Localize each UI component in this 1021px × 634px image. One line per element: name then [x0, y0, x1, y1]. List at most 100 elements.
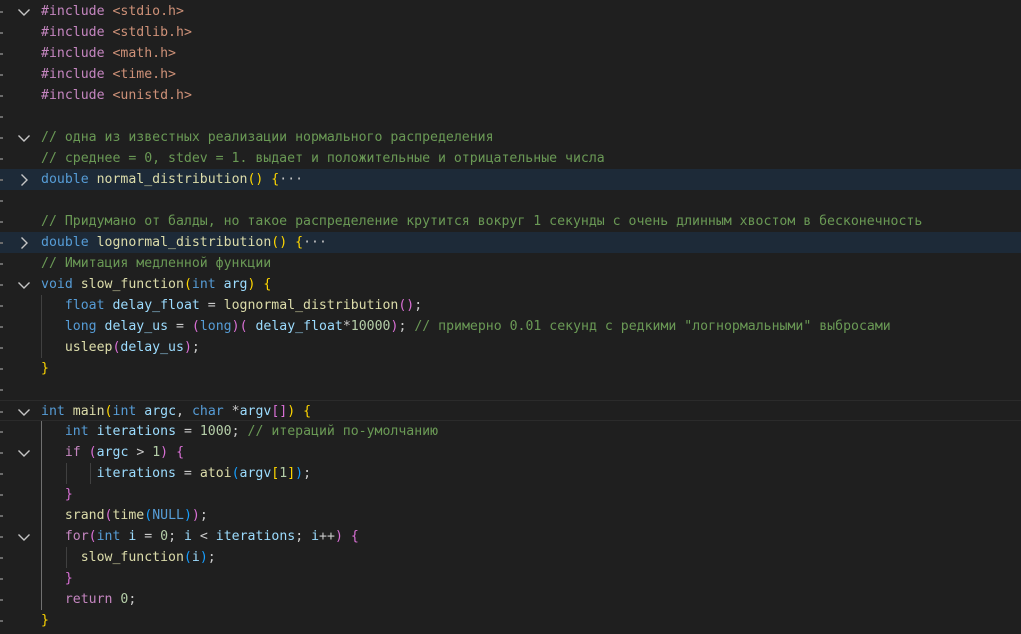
code-line[interactable] — [0, 190, 1021, 211]
gutter-marker — [0, 284, 3, 286]
code-line[interactable]: long delay_us = (long)( delay_float*1000… — [0, 316, 1021, 337]
identifier: argv — [239, 466, 272, 481]
gutter-marker — [0, 158, 3, 160]
fold-chevron-down-icon[interactable] — [15, 274, 33, 295]
include-path: <stdio.h> — [112, 4, 184, 19]
bracket: ] — [287, 466, 296, 481]
code-line[interactable]: for(int i = 0; i < iterations; i++) { — [0, 526, 1021, 547]
bracket: ( — [239, 319, 248, 334]
punctuation — [73, 277, 81, 292]
number-literal: 0 — [160, 529, 169, 544]
code-line[interactable]: } — [0, 484, 1021, 505]
punctuation: ; — [414, 298, 423, 313]
code-line[interactable] — [0, 379, 1021, 400]
gutter-marker — [0, 347, 3, 349]
code-line[interactable]: // одна из известных реализации нормальн… — [0, 127, 1021, 148]
bracket: () — [247, 172, 264, 187]
indent-guide — [66, 463, 67, 484]
punctuation — [216, 277, 224, 292]
code-line[interactable]: srand(time(NULL)); — [0, 505, 1021, 526]
line-content: #include <stdlib.h> — [41, 22, 192, 43]
punctuation — [41, 340, 65, 355]
number-literal: 1 — [152, 445, 161, 460]
fold-chevron-down-icon[interactable] — [15, 442, 33, 463]
code-line[interactable]: double lognormal_distribution() {··· — [0, 232, 1021, 253]
identifier: iterations — [215, 529, 296, 544]
gutter-marker — [0, 557, 3, 559]
code-line[interactable]: double normal_distribution() {··· — [0, 169, 1021, 190]
keyword: double — [41, 172, 89, 187]
code-line[interactable]: #include <stdio.h> — [0, 1, 1021, 22]
code-line[interactable]: int iterations = 1000; // итераций по-ум… — [0, 421, 1021, 442]
line-content: } — [41, 484, 73, 505]
gutter-marker — [0, 452, 3, 454]
control-keyword: for — [64, 529, 89, 544]
fold-chevron-right-icon[interactable] — [15, 169, 33, 190]
code-line[interactable]: } — [0, 358, 1021, 379]
punctuation — [41, 550, 81, 565]
code-line[interactable]: #include <unistd.h> — [0, 85, 1021, 106]
punctuation: , — [176, 404, 192, 419]
bracket: ) — [287, 404, 296, 419]
bracket: } — [41, 613, 49, 628]
bracket: { — [295, 235, 304, 250]
gutter-marker — [0, 473, 3, 475]
code-line[interactable]: return 0; — [0, 589, 1021, 610]
code-line[interactable]: usleep(delay_us); — [0, 337, 1021, 358]
gutter-marker — [0, 32, 3, 34]
fold-chevron-down-icon[interactable] — [15, 1, 33, 22]
line-content: int iterations = 1000; // итераций по-ум… — [41, 421, 438, 442]
line-content: } — [41, 358, 49, 379]
code-editor[interactable]: #include <stdio.h> #include <stdlib.h> #in… — [0, 0, 1021, 634]
code-line[interactable]: float delay_float = lognormal_distributi… — [0, 295, 1021, 316]
bracket: ) — [199, 550, 208, 565]
fold-chevron-down-icon[interactable] — [15, 401, 33, 422]
gutter-marker — [0, 411, 3, 413]
fold-chevron-right-icon[interactable] — [15, 232, 33, 253]
punctuation — [89, 172, 97, 187]
code-line[interactable]: // среднее = 0, stdev = 1. выдает и поло… — [0, 148, 1021, 169]
punctuation: ; — [295, 529, 312, 544]
bracket: ( — [104, 404, 113, 419]
punctuation: = — [136, 529, 161, 544]
keyword: int — [64, 424, 89, 439]
code-line[interactable] — [0, 106, 1021, 127]
code-line[interactable]: // Придумано от балды, но такое распреде… — [0, 211, 1021, 232]
code-line[interactable]: // Имитация медленной функции — [0, 253, 1021, 274]
keyword: long — [199, 319, 232, 334]
function-name: usleep — [64, 340, 113, 355]
line-content: slow_function(i); — [41, 547, 216, 568]
bracket: ) — [231, 319, 240, 334]
code-line[interactable]: int main(int argc, char *argv[]) { — [0, 400, 1021, 421]
code-line[interactable]: } — [0, 610, 1021, 631]
punctuation: = — [175, 466, 200, 481]
bracket: ) — [183, 340, 192, 355]
gutter-marker — [0, 11, 3, 13]
code-line[interactable]: slow_function(i); — [0, 547, 1021, 568]
gutter-marker — [0, 389, 3, 391]
punctuation: ++ — [319, 529, 335, 544]
bracket: [] — [271, 404, 288, 419]
line-content: // среднее = 0, stdev = 1. выдает и поло… — [41, 148, 605, 169]
gutter-marker — [0, 536, 3, 538]
code-line[interactable]: #include <time.h> — [0, 64, 1021, 85]
code-line[interactable]: iterations = atoi(argv[1]); — [0, 463, 1021, 484]
gutter-marker — [0, 368, 3, 370]
code-line[interactable]: void slow_function(int arg) { — [0, 274, 1021, 295]
punctuation — [41, 445, 65, 460]
keyword: float — [64, 298, 105, 313]
line-content: for(int i = 0; i < iterations; i++) { — [41, 526, 359, 547]
punctuation — [81, 445, 89, 460]
identifier: iterations — [96, 424, 177, 439]
code-line[interactable]: #include <math.h> — [0, 43, 1021, 64]
fold-chevron-down-icon[interactable] — [15, 526, 33, 547]
line-content: return 0; — [41, 589, 137, 610]
line-content: } — [41, 610, 49, 631]
punctuation: ; — [191, 340, 200, 355]
fold-chevron-down-icon[interactable] — [15, 127, 33, 148]
code-line[interactable]: } — [0, 568, 1021, 589]
code-line[interactable]: if (argc > 1) { — [0, 442, 1021, 463]
bracket: } — [41, 361, 49, 376]
gutter-marker — [0, 200, 3, 202]
code-line[interactable]: #include <stdlib.h> — [0, 22, 1021, 43]
